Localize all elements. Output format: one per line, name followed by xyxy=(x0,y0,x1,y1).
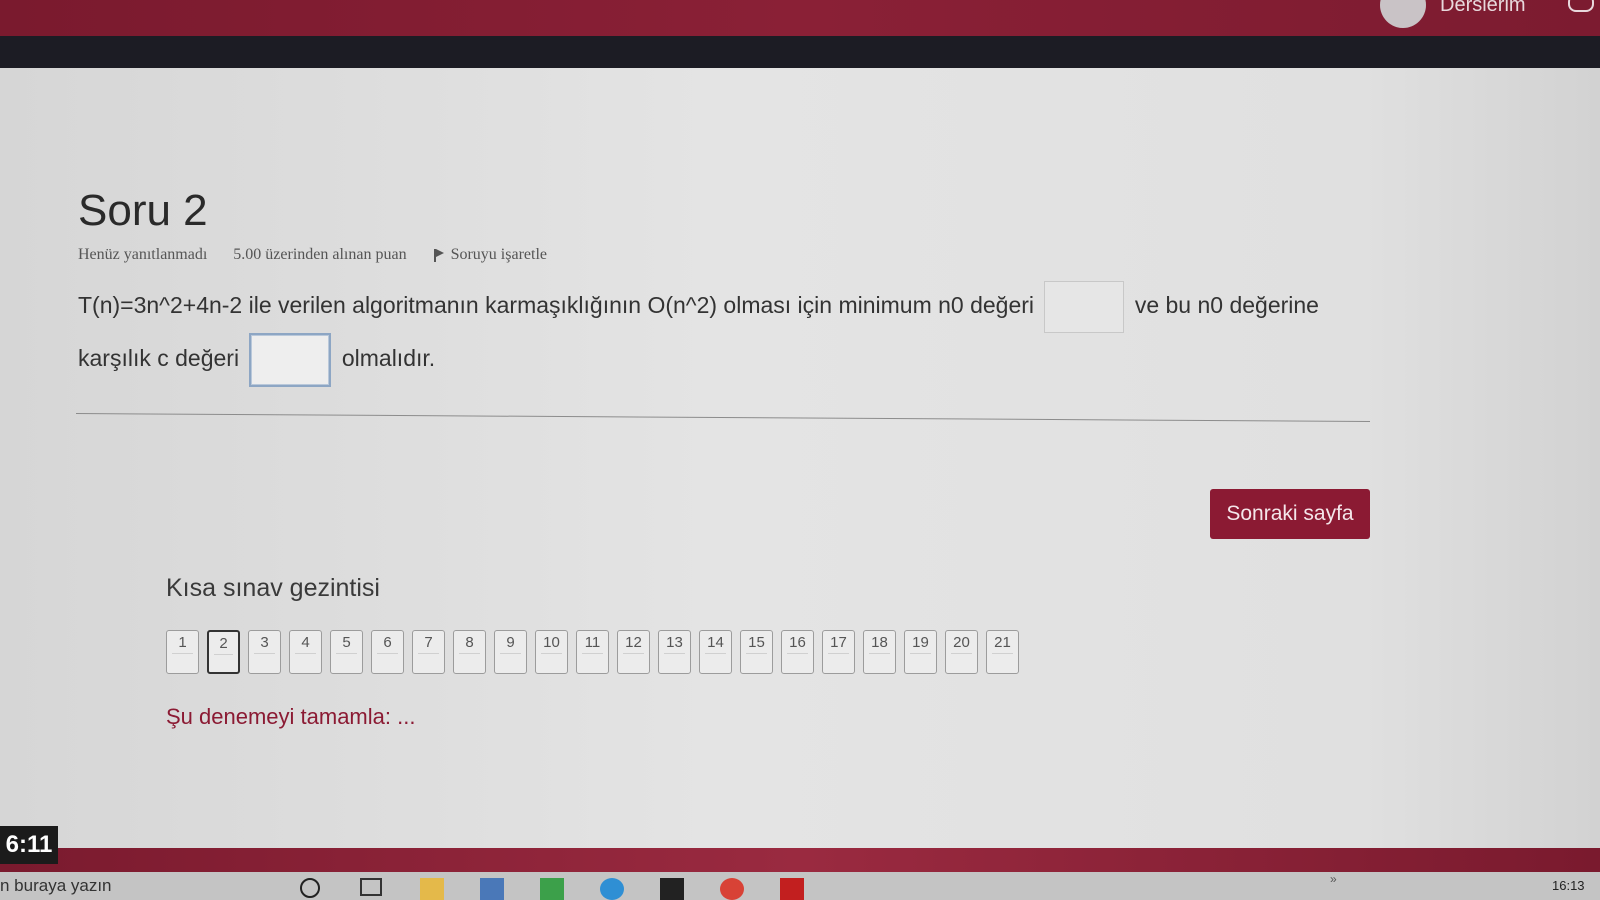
nav-question-10[interactable]: 10 xyxy=(535,630,568,674)
quiz-screen: Derslerim Soru 2 Henüz yanıtlanmadı 5.00… xyxy=(0,0,1600,900)
next-page-button[interactable]: Sonraki sayfa xyxy=(1210,489,1370,539)
secondary-nav-bar xyxy=(0,36,1600,68)
nav-question-17[interactable]: 17 xyxy=(822,630,855,674)
flag-question-label: Soruyu işaretle xyxy=(450,246,547,263)
taskbar-clock[interactable]: 16:13 xyxy=(1552,878,1585,893)
nav-question-11[interactable]: 11 xyxy=(576,630,609,674)
question-points: 5.00 üzerinden alınan puan xyxy=(233,246,407,263)
question-status: Henüz yanıtlanmadı xyxy=(78,246,208,263)
nav-question-5[interactable]: 5 xyxy=(330,630,363,674)
question-divider xyxy=(76,413,1370,422)
nav-question-1[interactable]: 1 xyxy=(166,630,199,674)
nav-question-2[interactable]: 2 xyxy=(207,630,240,674)
question-info: Henüz yanıtlanmadı 5.00 üzerinden alınan… xyxy=(78,246,547,264)
chat-icon[interactable] xyxy=(1568,0,1594,12)
finish-attempt-link[interactable]: Şu denemeyi tamamla: ... xyxy=(166,704,415,730)
nav-question-8[interactable]: 8 xyxy=(453,630,486,674)
nav-question-18[interactable]: 18 xyxy=(863,630,896,674)
n0-answer-field[interactable] xyxy=(1044,280,1125,333)
nav-question-6[interactable]: 6 xyxy=(371,630,404,674)
flag-icon xyxy=(433,248,445,262)
question-text: T(n)=3n^2+4n-2 ile verilen algoritmanın … xyxy=(78,280,1378,387)
quiz-navigation-grid: 1 2 3 4 5 6 7 8 9 10 11 12 13 14 15 16 1… xyxy=(166,630,1019,674)
question-text-part1: T(n)=3n^2+4n-2 ile verilen algoritmanın … xyxy=(78,292,1035,318)
quiz-timer: 6:11 xyxy=(0,826,58,864)
tray-overflow-chevron-icon[interactable]: » xyxy=(1330,872,1337,886)
nav-question-4[interactable]: 4 xyxy=(289,630,322,674)
nav-question-14[interactable]: 14 xyxy=(699,630,732,674)
edge-browser-icon[interactable] xyxy=(600,878,624,900)
windows-taskbar: n buraya yazın » 16:13 xyxy=(0,872,1600,900)
nav-question-12[interactable]: 12 xyxy=(617,630,650,674)
user-menu-name[interactable]: Derslerim xyxy=(1440,0,1526,17)
nav-question-3[interactable]: 3 xyxy=(248,630,281,674)
flag-question-link[interactable]: Soruyu işaretle xyxy=(433,246,547,264)
nav-question-20[interactable]: 20 xyxy=(945,630,978,674)
nav-question-9[interactable]: 9 xyxy=(494,630,527,674)
nav-question-19[interactable]: 19 xyxy=(904,630,937,674)
question-title: Soru 2 xyxy=(78,186,208,235)
taskbar-search-box[interactable]: n buraya yazın xyxy=(0,876,112,896)
app-green-icon[interactable] xyxy=(540,878,564,900)
task-view-icon[interactable] xyxy=(360,878,382,896)
file-explorer-icon[interactable] xyxy=(420,878,444,900)
store-icon[interactable] xyxy=(660,878,684,900)
main-content: Soru 2 Henüz yanıtlanmadı 5.00 üzerinden… xyxy=(0,68,1600,848)
top-header-bar: Derslerim xyxy=(0,0,1600,36)
pdf-reader-icon[interactable] xyxy=(780,878,804,900)
cortana-icon[interactable] xyxy=(300,878,320,898)
chrome-browser-icon[interactable] xyxy=(720,878,744,900)
nav-question-15[interactable]: 15 xyxy=(740,630,773,674)
nav-question-13[interactable]: 13 xyxy=(658,630,691,674)
mail-icon[interactable] xyxy=(480,878,504,900)
quiz-navigation-title: Kısa sınav gezintisi xyxy=(166,574,380,602)
user-avatar[interactable] xyxy=(1380,0,1426,28)
nav-question-7[interactable]: 7 xyxy=(412,630,445,674)
footer-band xyxy=(0,848,1600,872)
question-text-part3: olmalıdır. xyxy=(341,345,436,371)
nav-question-21[interactable]: 21 xyxy=(986,630,1019,674)
nav-question-16[interactable]: 16 xyxy=(781,630,814,674)
c-answer-field[interactable] xyxy=(249,332,332,387)
